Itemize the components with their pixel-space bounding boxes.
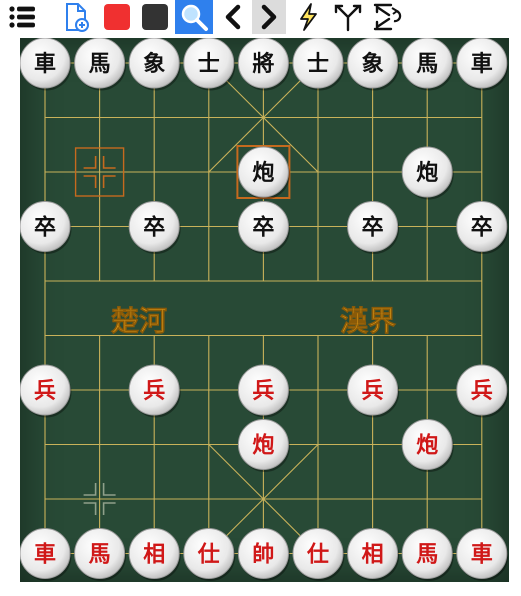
piece-black[interactable]: 車 [456,38,509,91]
piece-label: 仕 [197,542,220,568]
piece-red[interactable]: 兵 [237,364,290,418]
piece-label: 帥 [252,542,274,568]
piece-red[interactable]: 兵 [20,364,72,418]
piece-label: 兵 [143,378,165,404]
piece-label: 卒 [143,215,165,241]
menu-icon [7,2,37,32]
lightning-icon [293,2,323,32]
piece-red[interactable]: 炮 [237,419,290,473]
piece-red[interactable]: 炮 [401,419,454,473]
piece-label: 士 [198,51,220,77]
piece-label: 馬 [89,542,111,568]
piece-label: 炮 [416,433,438,459]
piece-black[interactable]: 馬 [74,38,127,91]
piece-label: 馬 [416,51,438,77]
lightning-button[interactable] [292,0,324,34]
piece-black[interactable]: 卒 [237,201,290,255]
piece-red[interactable]: 相 [128,528,181,582]
chevron-right-icon [254,2,284,32]
black-side-icon [140,2,170,32]
chevron-left-icon [218,2,248,32]
piece-black[interactable]: 卒 [347,201,400,255]
piece-label: 兵 [252,378,274,404]
branch-icon [333,2,363,32]
piece-red[interactable]: 相 [347,528,400,582]
piece-black[interactable]: 象 [347,38,400,91]
board-svg[interactable]: 楚河 漢界 車馬象士將士象馬車炮 炮卒卒卒卒卒兵兵兵兵兵炮 炮車馬相仕帥仕相馬車 [20,38,509,582]
piece-black[interactable]: 車 [20,38,72,91]
piece-label: 仕 [306,542,329,568]
branch-button[interactable] [331,0,365,34]
piece-red[interactable]: 車 [20,528,72,582]
piece-label: 車 [34,542,56,568]
piece-label: 士 [307,51,329,77]
piece-red[interactable]: 兵 [347,364,400,418]
piece-label: 兵 [34,378,56,404]
flip-board-button[interactable] [369,0,405,34]
river-label-left: 楚河 [111,305,167,338]
piece-label: 炮 [416,160,438,186]
piece-red[interactable]: 仕 [292,528,345,582]
piece-red[interactable]: 車 [456,528,509,582]
piece-label: 車 [471,51,493,77]
piece-black[interactable]: 象 [128,38,181,91]
piece-label: 相 [143,542,165,568]
piece-red[interactable]: 馬 [401,528,454,582]
piece-black[interactable]: 炮 [401,146,454,200]
piece-label: 卒 [252,215,274,241]
piece-label: 炮 [252,433,274,459]
piece-label: 相 [362,542,384,568]
new-game-button[interactable] [56,0,96,34]
piece-label: 炮 [252,160,274,186]
piece-red[interactable]: 兵 [456,364,509,418]
xiangqi-board[interactable]: 楚河 漢界 車馬象士將士象馬車炮炮卒卒卒卒卒兵兵兵兵兵炮炮車馬相仕帥仕相馬車 [20,38,509,582]
piece-label: 車 [471,542,493,568]
red-side-icon [102,2,132,32]
piece-label: 卒 [362,215,384,241]
piece-label: 象 [143,51,165,77]
piece-black[interactable]: 士 [183,38,236,91]
piece-red[interactable]: 帥 [237,528,290,582]
piece-label: 將 [252,51,274,77]
piece-label: 兵 [362,378,384,404]
piece-black[interactable]: 將 [237,38,290,91]
chevron-left-button[interactable] [218,0,248,34]
piece-black[interactable]: 炮 [237,146,290,200]
toolbar [0,0,521,36]
search-button[interactable] [175,0,213,34]
piece-red[interactable]: 仕 [183,528,236,582]
piece-label: 卒 [34,215,56,241]
piece-label: 馬 [89,51,111,77]
piece-black[interactable]: 士 [292,38,345,91]
chevron-right-button[interactable] [252,0,286,34]
piece-label: 馬 [416,542,438,568]
piece-black[interactable]: 卒 [128,201,181,255]
piece-label: 車 [34,51,56,77]
piece-red[interactable]: 馬 [74,528,127,582]
piece-black[interactable]: 馬 [401,38,454,91]
piece-label: 象 [362,51,384,77]
black-side-button[interactable] [139,0,171,34]
piece-black[interactable]: 卒 [456,201,509,255]
red-side-button[interactable] [101,0,133,34]
flip-board-icon [372,2,402,32]
piece-red[interactable]: 兵 [128,364,181,418]
menu-button[interactable] [0,0,44,34]
new-game-icon [61,2,91,32]
piece-label: 卒 [471,215,493,241]
piece-label: 兵 [471,378,493,404]
river-label-right: 漢界 [340,305,396,338]
search-icon [179,2,209,32]
piece-black[interactable]: 卒 [20,201,72,255]
